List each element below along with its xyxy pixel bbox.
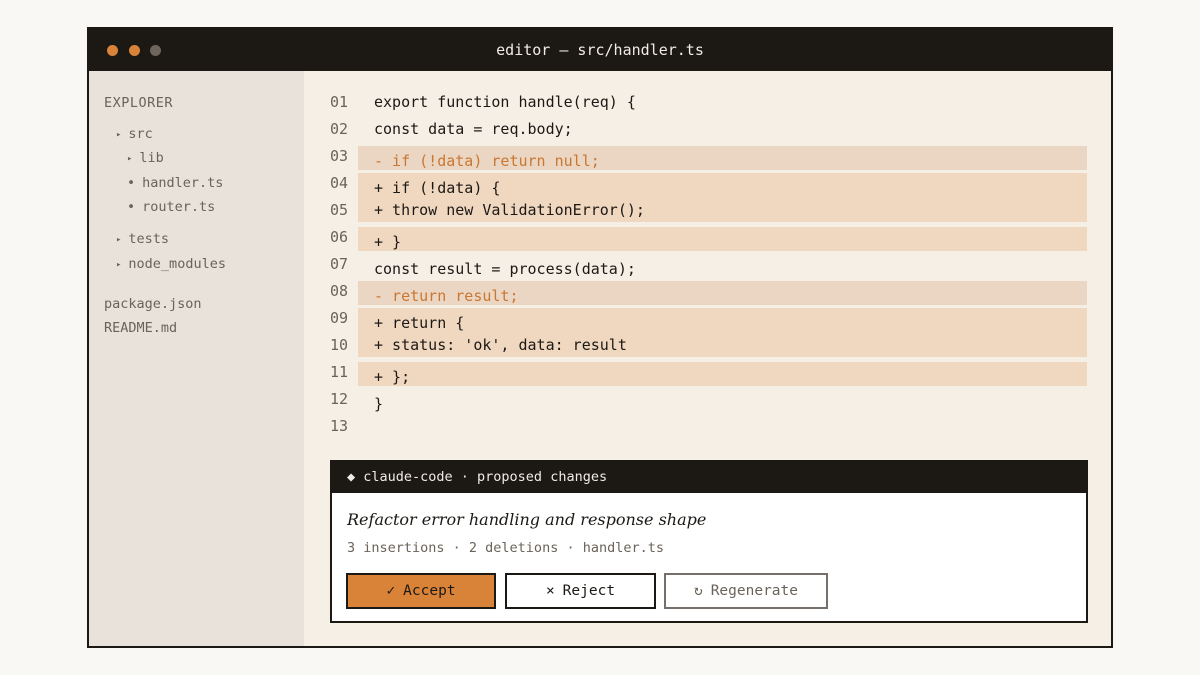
check-icon: ✓	[386, 583, 396, 599]
tree-item-label: node_modules	[128, 256, 226, 272]
file-dot-icon: •	[127, 175, 136, 191]
tree-item-tests[interactable]: ▸ tests	[116, 231, 169, 247]
line-number: 05	[330, 201, 349, 219]
line-number: 08	[330, 282, 349, 300]
close-icon: ×	[545, 583, 555, 599]
line-number: 04	[330, 174, 349, 192]
line-number: 10	[330, 336, 349, 354]
accept-button[interactable]: ✓ Accept	[346, 573, 496, 609]
reject-button[interactable]: × Reject	[505, 573, 656, 609]
file-dot-icon: •	[127, 199, 136, 215]
tree-item-label: handler.ts	[142, 175, 224, 191]
change-stats: 3 insertions · 2 deletions · handler.ts	[347, 540, 664, 556]
chevron-right-icon: ▸	[116, 235, 122, 245]
tree-item-label: tests	[128, 231, 170, 247]
line-number: 02	[330, 120, 349, 138]
tree-item-readme-md[interactable]: README.md	[104, 320, 177, 336]
insertion-highlight	[358, 227, 1087, 251]
change-summary-title: Refactor error handling and response sha…	[347, 510, 707, 529]
code-line-inserted: + status: 'ok', data: result	[374, 336, 627, 354]
tree-item-node-modules[interactable]: ▸ node_modules	[116, 256, 226, 272]
chevron-right-icon: ▸	[127, 154, 133, 164]
code-line-deleted: - return result;	[374, 287, 519, 305]
tree-item-package-json[interactable]: package.json	[104, 296, 202, 312]
tree-item-router-ts[interactable]: • router.ts	[127, 199, 215, 215]
tree-item-label: README.md	[104, 320, 178, 336]
proposed-changes-panel: ◆ claude-code · proposed changes Refacto…	[330, 460, 1088, 623]
code-line-inserted: + if (!data) {	[374, 179, 501, 197]
regenerate-button-label: Regenerate	[710, 583, 799, 599]
code-line: const data = req.body;	[374, 120, 573, 138]
code-line: }	[374, 395, 384, 413]
window-title: editor — src/handler.ts	[496, 41, 704, 59]
line-number: 01	[330, 93, 349, 111]
panel-header: ◆ claude-code · proposed changes	[332, 462, 1086, 493]
code-line-inserted: + throw new ValidationError();	[374, 201, 645, 219]
code-line-inserted: + return {	[374, 314, 465, 332]
line-number: 11	[330, 363, 349, 381]
code-line: export function handle(req) {	[374, 93, 636, 111]
tree-item-label: lib	[139, 150, 164, 166]
code-line-inserted: + }	[374, 233, 402, 251]
tree-item-label: router.ts	[142, 199, 216, 215]
chevron-right-icon: ▸	[116, 130, 122, 140]
line-number: 13	[330, 417, 349, 435]
regenerate-button[interactable]: ↻ Regenerate	[664, 573, 828, 609]
line-number: 09	[330, 309, 349, 327]
line-number: 07	[330, 255, 349, 273]
tree-item-handler-ts[interactable]: • handler.ts	[127, 175, 223, 191]
editor-window: editor — src/handler.ts EXPLORER ▸ src ▸ l…	[87, 27, 1113, 648]
line-number: 03	[330, 147, 349, 165]
line-number: 06	[330, 228, 349, 246]
tree-item-src[interactable]: ▸ src	[116, 126, 153, 142]
code-line-inserted: + };	[374, 368, 411, 386]
tree-item-label: src	[128, 126, 153, 142]
explorer-heading: EXPLORER	[104, 95, 174, 111]
chevron-right-icon: ▸	[116, 260, 122, 270]
refresh-icon: ↻	[693, 583, 703, 599]
accept-button-label: Accept	[403, 583, 456, 599]
tree-item-label: package.json	[104, 296, 202, 312]
code-line-deleted: - if (!data) return null;	[374, 152, 600, 170]
tree-item-lib[interactable]: ▸ lib	[127, 150, 164, 166]
line-number: 12	[330, 390, 349, 408]
reject-button-label: Reject	[562, 583, 616, 599]
insertion-highlight	[358, 362, 1087, 386]
explorer-sidebar: EXPLORER ▸ src ▸ lib • handler.ts • router.t…	[89, 71, 304, 646]
title-bar: editor — src/handler.ts	[89, 29, 1111, 71]
code-line: const result = process(data);	[374, 260, 636, 278]
